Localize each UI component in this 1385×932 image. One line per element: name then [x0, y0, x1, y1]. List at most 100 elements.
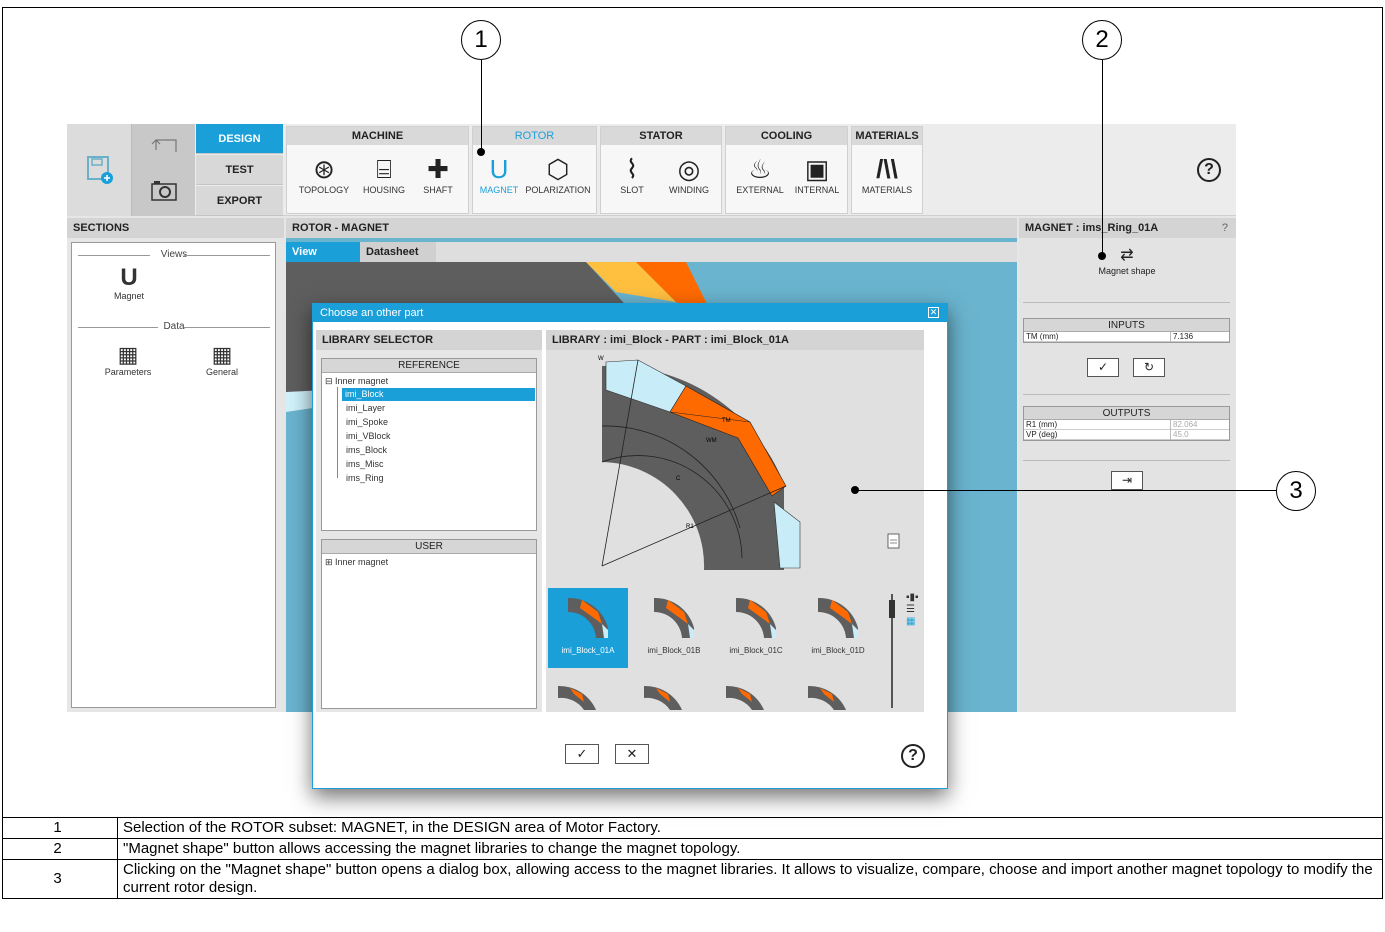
thumbnail-label: imi_Block_01A [561, 646, 615, 655]
ribbon-item-polarization[interactable]: ⬡ POLARIZATION [521, 153, 595, 195]
tree-node[interactable]: ims_Ring [346, 472, 384, 485]
ribbon-item-materials[interactable]: /\\ MATERIALS [854, 153, 920, 195]
magnet-icon: U [120, 264, 138, 291]
callout-2-dot [1098, 252, 1106, 260]
thumbnail-imi-block-01c[interactable]: imi_Block_01C [716, 588, 796, 668]
save-file-icon [87, 156, 113, 184]
legend-number: 1 [2, 817, 118, 839]
thumbnail-imi-block-01d[interactable]: imi_Block_01D [798, 588, 878, 668]
tree-node-imi-block[interactable]: imi_Block [342, 388, 535, 401]
magnet-shape-label: Magnet shape [1098, 266, 1156, 276]
export-button[interactable]: ⇥ [1111, 471, 1143, 490]
library-selector-header: LIBRARY SELECTOR [316, 330, 542, 350]
tab-datasheet[interactable]: Datasheet [360, 242, 436, 262]
choose-part-dialog: Choose an other part ✕ LIBRARY SELECTOR … [312, 303, 948, 789]
thumbnail-label: imi_Block_01B [647, 646, 701, 655]
ribbon-item-label: HOUSING [362, 185, 405, 195]
callout-1-dot [477, 148, 485, 156]
tree-node[interactable]: ims_Block [346, 444, 387, 457]
data-general[interactable]: ▦ General [194, 343, 250, 378]
ribbon-item-label: EXTERNAL [736, 185, 784, 195]
outputs-box: OUTPUTS R1 (mm) 82.064 VP (deg) 45.0 [1023, 406, 1230, 441]
tm-input[interactable]: 7.136 [1170, 332, 1229, 342]
output-name: R1 (mm) [1026, 420, 1058, 429]
ribbon-group-title: ROTOR [473, 127, 596, 145]
panel-help-icon[interactable]: ? [1222, 218, 1228, 238]
sections-panel: Views U Magnet Data ▦ Parameters ▦ Gener… [71, 242, 276, 708]
magnet-thumbnail-icon [818, 597, 858, 638]
ribbon-item-label: INTERNAL [794, 185, 840, 195]
inputs-box: INPUTS TM (mm) 7.136 [1023, 318, 1230, 343]
legend-text: "Magnet shape" button allows accessing t… [117, 838, 1383, 860]
mode-export-button[interactable]: EXPORT [196, 186, 283, 216]
input-row-tm: TM (mm) 7.136 [1024, 332, 1229, 342]
reference-label: REFERENCE [322, 359, 536, 373]
screenshot-button[interactable] [131, 170, 195, 216]
carousel-view-icon[interactable]: ▪▮▪ [906, 592, 919, 604]
apply-button[interactable]: ✓ [1087, 358, 1119, 377]
list-view-icon[interactable]: ☰ [906, 604, 919, 616]
tree-node[interactable]: ims_Misc [346, 458, 384, 471]
cancel-button[interactable]: ✕ [615, 744, 649, 764]
ribbon-group-title: MACHINE [287, 127, 468, 145]
ribbon-item-external[interactable]: ♨ EXTERNAL [730, 153, 790, 195]
magnet-shape-button[interactable]: ⇄ Magnet shape [1079, 246, 1175, 276]
magnet-properties-panel: MAGNET : ims_Ring_01A ? ⇄ Magnet shape I… [1019, 218, 1236, 712]
callout-3-leader [855, 490, 1276, 492]
tree-node-root[interactable]: ⊟ Inner magnet [325, 375, 388, 388]
mode-design-button[interactable]: DESIGN [196, 124, 283, 154]
thumbnail-imi-block-01b[interactable]: imi_Block_01B [634, 588, 714, 668]
shaft-icon: ✚ [427, 154, 449, 184]
reset-button[interactable]: ↻ [1133, 358, 1165, 377]
tree-node-root[interactable]: ⊞ Inner magnet [325, 556, 388, 569]
camera-icon [151, 181, 177, 201]
center-tabs: View Datasheet [286, 242, 1017, 262]
thumbnail-imi-block-01a[interactable]: imi_Block_01A [548, 588, 628, 668]
sections-header: SECTIONS [67, 218, 284, 238]
help-icon[interactable]: ? [1197, 158, 1221, 182]
outputs-title: OUTPUTS [1024, 407, 1229, 420]
dimension-label: TM [722, 418, 731, 424]
more-thumbnails [558, 685, 846, 710]
thumbnail-label: imi_Block_01C [729, 646, 783, 655]
ribbon-item-slot[interactable]: ⌇ SLOT [607, 153, 657, 195]
tree-node[interactable]: imi_Layer [346, 402, 385, 415]
housing-icon: ⌸ [376, 154, 392, 184]
help-icon[interactable]: ? [901, 744, 925, 768]
ribbon-item-internal[interactable]: ▣ INTERNAL [788, 153, 846, 195]
ribbon-item-winding[interactable]: ◎ WINDING [661, 153, 717, 195]
winding-icon: ◎ [677, 154, 701, 184]
ok-button[interactable]: ✓ [565, 744, 599, 764]
ribbon-item-topology[interactable]: ⊛ TOPOLOGY [293, 153, 355, 195]
polarization-icon: ⬡ [546, 154, 570, 184]
views-divider: Views [78, 249, 270, 261]
tree-node[interactable]: imi_Spoke [346, 416, 388, 429]
ribbon: DESIGN TEST EXPORT MACHINE ⊛ TOPOLOGY ⌸ … [67, 124, 1236, 216]
grid-view-icon[interactable]: ▦ [906, 616, 919, 628]
ribbon-item-magnet[interactable]: U MAGNET [477, 153, 521, 195]
dimension-label: C [676, 476, 681, 482]
save-button[interactable] [67, 124, 131, 216]
magnet-thumbnail-icon [736, 597, 776, 638]
data-parameters[interactable]: ▦ Parameters [100, 343, 156, 378]
ribbon-item-shaft[interactable]: ✚ SHAFT [411, 153, 465, 195]
output-row-vp: VP (deg) 45.0 [1024, 430, 1229, 440]
callout-1-leader [481, 60, 483, 152]
tree-node[interactable]: imi_VBlock [346, 430, 391, 443]
tab-view[interactable]: View [286, 242, 360, 262]
close-icon[interactable]: ✕ [928, 307, 939, 318]
scrollbar-thumb[interactable] [889, 600, 895, 618]
mode-test-button[interactable]: TEST [196, 155, 283, 185]
dimension-label: R1 [686, 524, 694, 530]
separator [1023, 460, 1230, 461]
ribbon-item-housing[interactable]: ⌸ HOUSING [353, 153, 415, 195]
ribbon-group-title: STATOR [601, 127, 721, 145]
inputs-title: INPUTS [1024, 319, 1229, 332]
ribbon-group-materials: MATERIALS /\\ MATERIALS [851, 126, 923, 214]
back-button[interactable] [131, 124, 195, 170]
magnet-thumbnail-icon [654, 597, 694, 638]
divider-line [184, 327, 270, 328]
data-label: Data [163, 321, 185, 332]
view-magnet[interactable]: U Magnet [104, 264, 154, 302]
document-icon[interactable] [887, 533, 900, 549]
